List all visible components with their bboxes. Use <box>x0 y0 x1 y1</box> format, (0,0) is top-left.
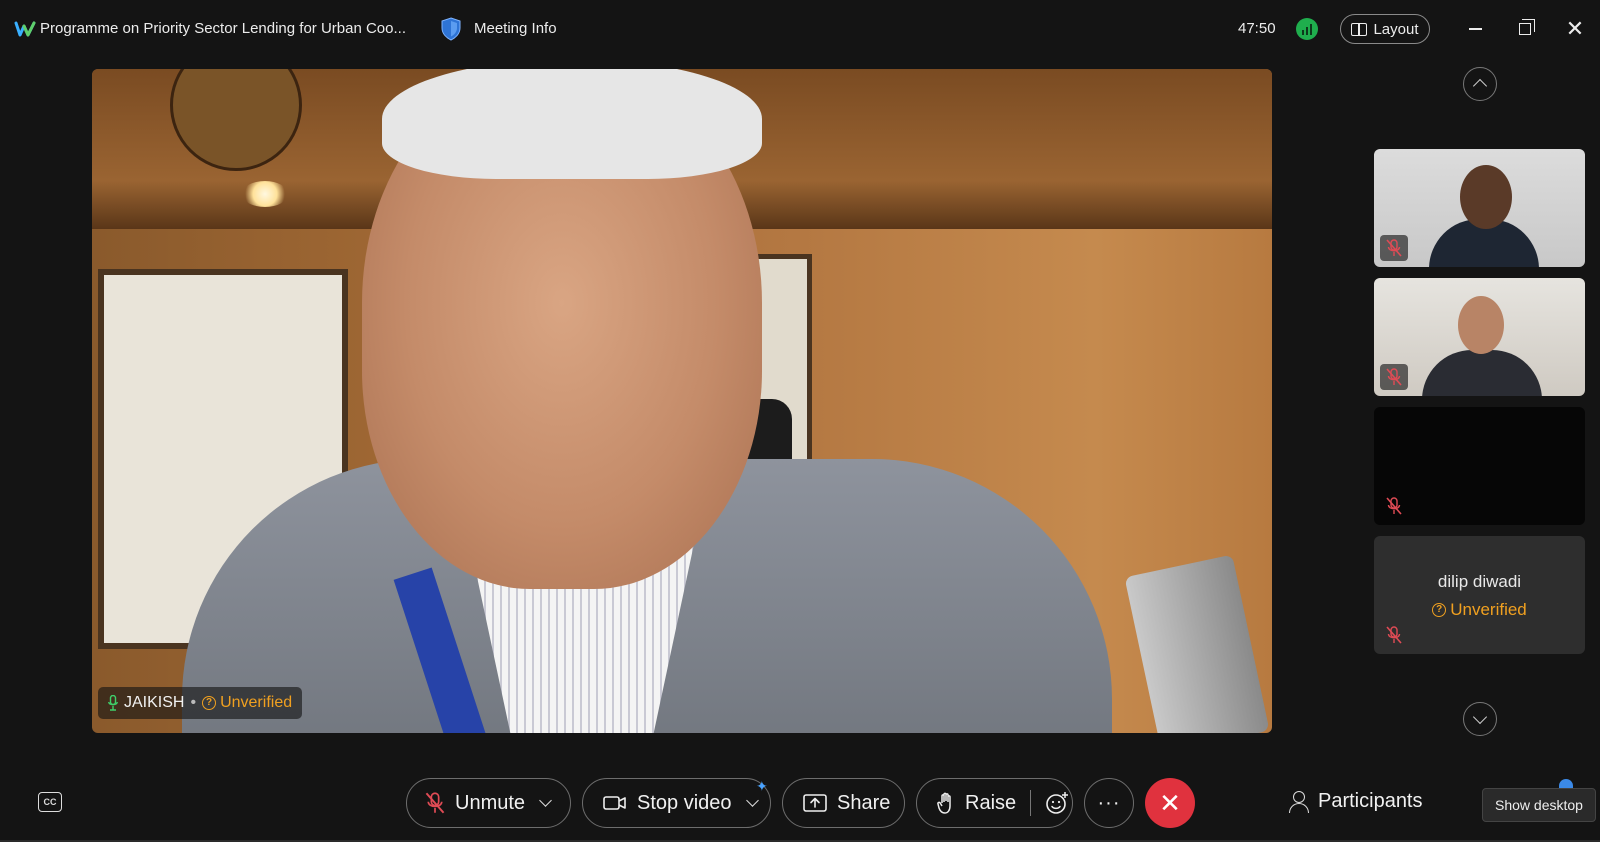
video-projector <box>1124 554 1270 733</box>
share-button[interactable]: Share <box>782 778 905 828</box>
chevron-down-icon[interactable] <box>745 794 759 807</box>
divider <box>1030 790 1032 816</box>
minimize-icon <box>1468 28 1482 30</box>
speaker-verification-label: Unverified <box>220 694 293 711</box>
more-options-icon: ··· <box>1097 791 1121 814</box>
unverified-icon: ? <box>1432 603 1447 617</box>
video-camera-icon <box>603 796 626 810</box>
participants-label: Participants <box>1318 790 1423 812</box>
microphone-muted-icon <box>1386 626 1402 644</box>
participant-face <box>1458 296 1504 354</box>
participant-verification: ? Unverified <box>1374 600 1585 620</box>
leave-meeting-button[interactable]: ✕ <box>1145 778 1195 828</box>
speaker-verification: ? Unverified <box>202 694 292 712</box>
stop-video-label: Stop video <box>637 791 732 814</box>
closed-captions-button[interactable]: CC <box>38 792 62 812</box>
close-window-button[interactable]: ✕ <box>1560 14 1590 44</box>
participant-verification-label: Unverified <box>1450 600 1527 619</box>
participant-face <box>1460 165 1512 229</box>
speaker-hair <box>382 69 762 179</box>
restore-icon <box>1519 19 1535 35</box>
name-separator: • <box>190 694 197 711</box>
raise-label: Raise <box>965 791 1017 814</box>
chevron-down-icon[interactable] <box>539 794 552 807</box>
raise-hand-button[interactable]: Raise <box>916 778 1073 828</box>
close-icon: ✕ <box>1159 787 1181 818</box>
participant-tile[interactable] <box>1374 149 1585 267</box>
participant-figure <box>1422 350 1542 396</box>
show-desktop-tooltip: Show desktop <box>1482 788 1596 822</box>
close-icon: ✕ <box>1565 16 1585 41</box>
network-health-icon[interactable] <box>1296 18 1318 40</box>
more-options-button[interactable]: ··· <box>1084 778 1134 828</box>
closed-captions-icon: CC <box>43 797 57 807</box>
layout-icon <box>1351 22 1368 36</box>
stop-video-button[interactable]: Stop video <box>582 778 771 828</box>
unverified-icon: ? <box>202 696 217 710</box>
sparkle-icon: ✦ <box>756 778 768 794</box>
participant-tile[interactable] <box>1374 278 1585 396</box>
active-speaker-video[interactable]: JAIKISH • ? Unverified <box>92 69 1272 733</box>
tile-mute-indicator <box>1380 235 1408 261</box>
tile-mute-indicator <box>1380 493 1408 519</box>
participant-tile[interactable] <box>1374 407 1585 525</box>
microphone-muted-icon <box>1386 368 1402 386</box>
restore-button[interactable] <box>1510 14 1540 44</box>
chevron-down-icon <box>1472 709 1488 725</box>
layout-label: Layout <box>1373 20 1419 38</box>
meeting-title: Programme on Priority Sector Lending for… <box>40 20 406 37</box>
participant-tile[interactable]: dilip diwadi ? Unverified <box>1374 536 1585 654</box>
layout-button[interactable]: Layout <box>1340 14 1430 44</box>
person-icon <box>1288 790 1309 813</box>
shield-icon[interactable] <box>440 17 462 41</box>
meeting-info-button[interactable]: Meeting Info <box>474 20 557 37</box>
microphone-muted-icon <box>425 792 445 814</box>
title-bar: Programme on Priority Sector Lending for… <box>0 0 1600 58</box>
microphone-muted-icon <box>1386 239 1402 257</box>
chevron-up-icon <box>1472 78 1488 94</box>
speaker-name: JAIKISH <box>124 694 185 711</box>
scroll-up-button[interactable] <box>1463 67 1497 101</box>
share-icon <box>803 794 827 812</box>
microphone-active-icon <box>108 695 118 711</box>
microphone-muted-icon <box>1386 497 1402 515</box>
share-label: Share <box>837 791 891 814</box>
unmute-label: Unmute <box>455 791 526 814</box>
minimize-button[interactable] <box>1460 14 1490 44</box>
unmute-button[interactable]: Unmute <box>406 778 571 828</box>
tile-mute-indicator <box>1380 364 1408 390</box>
reactions-icon[interactable] <box>1045 791 1069 815</box>
video-light <box>242 181 288 207</box>
speaker-name-tag: JAIKISH • ? Unverified <box>98 687 303 719</box>
webex-logo-icon <box>14 21 36 37</box>
tile-mute-indicator <box>1380 622 1408 648</box>
meeting-timer: 47:50 <box>1238 20 1276 37</box>
hand-icon <box>937 792 951 814</box>
scroll-down-button[interactable] <box>1463 702 1497 736</box>
participants-button[interactable]: Participants <box>1288 790 1423 813</box>
participant-name: dilip diwadi <box>1437 572 1522 591</box>
